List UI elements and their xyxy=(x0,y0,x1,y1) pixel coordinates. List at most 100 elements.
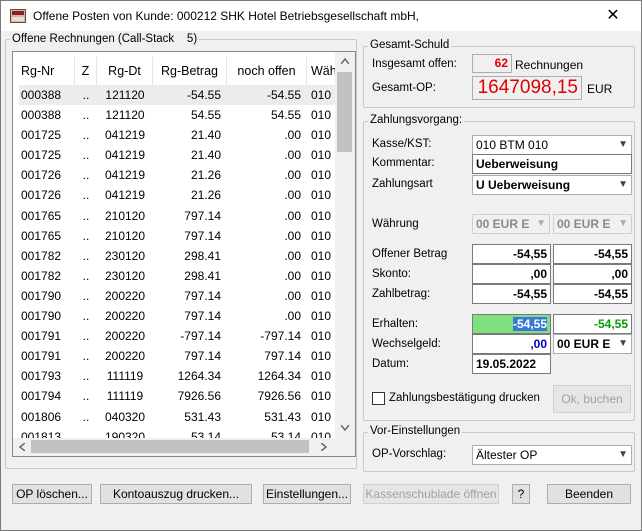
scrollbar-thumb[interactable] xyxy=(337,72,352,152)
kasse-label: Kasse/KST: xyxy=(372,138,432,150)
skonto-1[interactable]: ,00 xyxy=(472,264,551,284)
op-suggestion-value: Ältester OP xyxy=(476,448,538,462)
scroll-down-icon[interactable] xyxy=(341,425,349,431)
table-row[interactable]: 001782.. 230120 298.41.00 010 xyxy=(19,266,339,286)
column-header-rg-dt[interactable]: Rg-Dt xyxy=(97,57,153,85)
scroll-up-icon[interactable] xyxy=(341,58,349,64)
table-row[interactable]: 001726.. 041219 21.26.00 010 xyxy=(19,185,339,205)
scroll-right-icon[interactable] xyxy=(321,443,327,451)
print-confirmation-checkbox[interactable] xyxy=(372,392,385,405)
received-input-1[interactable]: -54,55 xyxy=(472,314,551,334)
close-icon[interactable]: ✕ xyxy=(597,5,629,27)
change-currency-select[interactable]: 00 EUR E ▼ xyxy=(553,334,632,354)
ok-book-button[interactable]: Ok, buchen xyxy=(553,385,631,413)
op-suggestion-label: OP-Vorschlag: xyxy=(372,448,447,460)
invoice-list[interactable]: Rg-Nr Z Rg-Dt Rg-Betrag noch offen Wäh 0… xyxy=(12,51,356,457)
column-header-z[interactable]: Z xyxy=(75,57,97,85)
total-op-currency: EUR xyxy=(587,82,613,96)
skonto-2[interactable]: ,00 xyxy=(553,264,632,284)
print-confirmation-label[interactable]: Zahlungsbestätigung drucken xyxy=(389,392,540,404)
table-row[interactable]: 001726.. 041219 21.26.00 010 xyxy=(19,165,339,185)
cell-rg-nr: 001790 xyxy=(21,309,62,324)
open-drawer-button[interactable]: Kassenschublade öffnen xyxy=(363,484,499,504)
cell-rg-dt: 200220 xyxy=(104,288,146,303)
table-row[interactable]: 001794.. 111119 7926.56 7926.56 010 xyxy=(19,386,339,406)
payment-type-select[interactable]: U Ueberweisung ▼ xyxy=(472,175,632,195)
cell-rg-dt: 121120 xyxy=(105,88,145,102)
cell-noch-offen: .00 xyxy=(284,128,301,143)
kasse-select[interactable]: 010 BTM 010 ▼ xyxy=(472,135,632,155)
open-amount-2: -54,55 xyxy=(553,244,632,264)
cell-rg-betrag: 797.14 xyxy=(184,208,221,223)
cell-rg-dt: 040320 xyxy=(104,409,146,424)
cell-rg-betrag: 797.14 xyxy=(184,228,221,243)
cell-noch-offen: -54.55 xyxy=(266,88,301,102)
table-row[interactable]: 001791.. 200220 -797.14 -797.14 010 xyxy=(19,326,339,346)
date-label: Datum: xyxy=(372,358,410,370)
cell-rg-nr: 001791 xyxy=(21,349,62,364)
received-input-2[interactable]: -54,55 xyxy=(553,314,632,334)
delete-op-button[interactable]: OP löschen... xyxy=(12,484,92,504)
cell-rg-dt: 210120 xyxy=(104,228,146,243)
help-button[interactable]: ? xyxy=(512,484,530,504)
table-row[interactable]: 001793.. 111119 1264.34 1264.34 010 xyxy=(19,366,339,386)
cell-rg-dt: 200220 xyxy=(104,309,146,324)
change-value: ,00 xyxy=(472,334,551,354)
payment-amount-1[interactable]: -54,55 xyxy=(472,284,551,304)
cell-rg-nr: 001765 xyxy=(21,208,62,223)
cell-noch-offen: 54.55 xyxy=(270,108,301,123)
payment-type-value: U Ueberweisung xyxy=(476,178,571,192)
cell-noch-offen: -797.14 xyxy=(260,329,301,344)
column-header-rg-nr[interactable]: Rg-Nr xyxy=(19,57,75,85)
cell-z: .. xyxy=(82,369,90,384)
horizontal-scrollbar[interactable] xyxy=(13,438,335,456)
cell-z: .. xyxy=(82,168,90,183)
cell-rg-betrag: -54.55 xyxy=(186,88,221,102)
horizontal-scrollbar-thumb[interactable] xyxy=(31,440,309,453)
payment-amount-2[interactable]: -54,55 xyxy=(553,284,632,304)
table-row[interactable]: 001765.. 210120 797.14.00 010 xyxy=(19,226,339,246)
print-statement-button[interactable]: Kontoauszug drucken... xyxy=(100,484,252,504)
cell-noch-offen: 797.14 xyxy=(264,349,301,364)
vertical-scrollbar[interactable] xyxy=(335,52,355,438)
cell-z: .. xyxy=(82,248,90,263)
table-row[interactable]: 000388.. 121120 54.55 54.55 010 xyxy=(19,105,339,125)
chevron-down-icon: ▼ xyxy=(536,218,546,229)
table-row[interactable]: 001765.. 210120 797.14.00 010 xyxy=(19,206,339,226)
table-row[interactable]: 000388.. 121120 -54.55 -54.55 010 xyxy=(19,85,339,106)
cell-rg-betrag: 21.26 xyxy=(190,188,221,203)
invoice-rows: 000388.. 121120 -54.55 -54.55 010 000388.. 121… xyxy=(19,85,339,447)
table-row[interactable]: 001791.. 200220 797.14 797.14 010 xyxy=(19,346,339,366)
cell-rg-nr: 001806 xyxy=(21,409,62,424)
currency-select-1-value: 00 EUR E xyxy=(476,217,530,231)
op-suggestion-select[interactable]: Ältester OP ▼ xyxy=(472,445,632,465)
total-open-count: 62 xyxy=(472,54,512,73)
scrollbar-corner xyxy=(335,438,355,456)
column-header-rg-betrag[interactable]: Rg-Betrag xyxy=(153,57,227,85)
cell-z: .. xyxy=(82,188,90,203)
date-input[interactable]: 19.05.2022 xyxy=(472,354,551,374)
comment-input[interactable]: Ueberweisung xyxy=(472,154,632,174)
settings-button[interactable]: Einstellungen... xyxy=(263,484,351,504)
cell-rg-dt: 041219 xyxy=(104,148,146,163)
table-row[interactable]: 001725.. 041219 21.40.00 010 xyxy=(19,145,339,165)
exit-button[interactable]: Beenden xyxy=(547,484,631,504)
total-op-value: 1647098,15 xyxy=(472,76,582,100)
column-header-noch-offen[interactable]: noch offen xyxy=(227,57,307,85)
table-row[interactable]: 001725.. 041219 21.40.00 010 xyxy=(19,125,339,145)
total-open-label: Insgesamt offen: xyxy=(372,58,457,70)
cell-rg-nr: 000388 xyxy=(21,88,62,102)
chevron-down-icon: ▼ xyxy=(618,179,628,190)
payment-group-label: Zahlungsvorgang: xyxy=(368,114,465,126)
table-row[interactable]: 001782.. 230120 298.41.00 010 xyxy=(19,246,339,266)
scroll-left-icon[interactable] xyxy=(19,443,25,451)
cell-rg-nr: 001793 xyxy=(21,369,62,384)
table-row[interactable]: 001806.. 040320 531.43 531.43 010 xyxy=(19,407,339,427)
table-row[interactable]: 001790.. 200220 797.14.00 010 xyxy=(19,306,339,326)
cell-z: .. xyxy=(82,128,90,143)
chevron-down-icon: ▼ xyxy=(618,139,628,150)
cell-rg-nr: 001782 xyxy=(21,268,62,283)
cell-rg-betrag: -797.14 xyxy=(180,329,221,344)
table-row[interactable]: 001790.. 200220 797.14.00 010 xyxy=(19,286,339,306)
cell-rg-dt: 111119 xyxy=(106,369,144,384)
